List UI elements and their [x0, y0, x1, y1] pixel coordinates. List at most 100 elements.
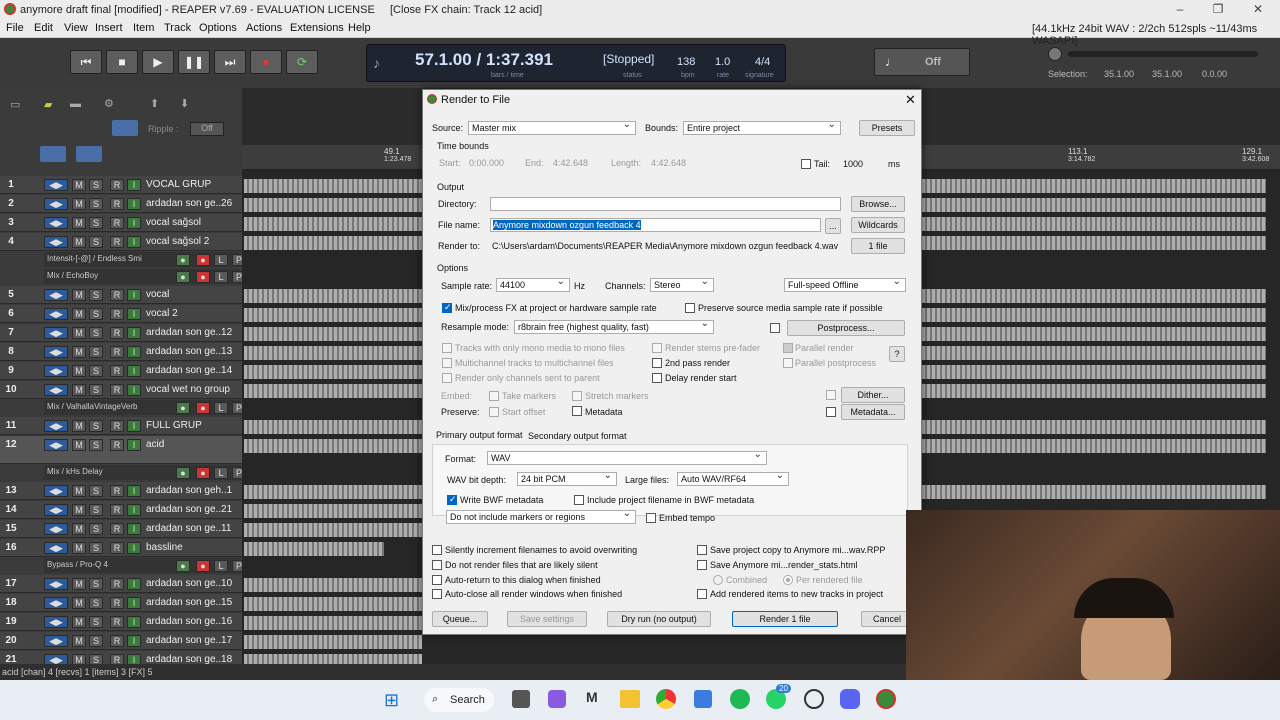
mute-button[interactable]: M	[72, 289, 86, 301]
master-volume-slider[interactable]	[1068, 51, 1258, 57]
track-name[interactable]: bassline	[146, 542, 183, 553]
track-name[interactable]: vocal	[146, 289, 169, 300]
fx-latch-button[interactable]: L	[214, 467, 228, 479]
input-monitor-button[interactable]: I	[127, 365, 141, 377]
record-arm-button[interactable]: R	[110, 289, 124, 301]
auto-return-checkbox[interactable]	[432, 575, 442, 585]
track-lane-items[interactable]	[922, 217, 1266, 231]
track-row[interactable]: 8 ◀▶ M S R Iardadan son ge..13	[0, 343, 242, 361]
track-row[interactable]: 15 ◀▶ M S R Iardadan son ge..11	[0, 520, 242, 538]
presets-button[interactable]: Presets	[859, 120, 915, 136]
embed-tempo-checkbox[interactable]	[646, 513, 656, 523]
track-row[interactable]: 12 ◀▶ M S R Iacid	[0, 436, 242, 464]
track-name[interactable]: ardadan son ge..26	[146, 198, 232, 209]
include-filename-checkbox[interactable]	[574, 495, 584, 505]
minimize-icon[interactable]: –	[1170, 2, 1190, 18]
menu-track[interactable]: Track	[164, 22, 191, 34]
metadata-button[interactable]: Metadata...	[841, 404, 905, 420]
mute-button[interactable]: M	[72, 365, 86, 377]
route-icon[interactable]: ◀▶	[44, 236, 68, 248]
track-lane-items[interactable]	[244, 504, 422, 518]
bit-depth-select[interactable]: 24 bit PCM	[517, 470, 617, 486]
track-lane-items[interactable]	[922, 327, 1266, 341]
auto-close-checkbox[interactable]	[432, 589, 442, 599]
app-circle-icon[interactable]	[804, 689, 824, 709]
fx-enable-button[interactable]: ●	[176, 254, 190, 266]
track-lane-items[interactable]	[922, 346, 1266, 360]
track-lane-items[interactable]	[244, 236, 422, 250]
solo-button[interactable]: S	[89, 384, 103, 396]
track-name[interactable]: vocal sağsol	[146, 217, 201, 228]
folder-icon[interactable]: ▰	[44, 98, 52, 111]
fx-enable-button[interactable]: ●	[176, 560, 190, 572]
metronome-icon[interactable]: ♪	[373, 55, 380, 71]
track-lane-items[interactable]	[922, 179, 1266, 193]
track-lane-items[interactable]	[922, 420, 1266, 434]
go-to-start-button[interactable]: ⏮	[70, 50, 102, 74]
reaper-taskbar-icon[interactable]	[876, 689, 896, 709]
new-track-icon[interactable]: ▭	[10, 98, 20, 111]
route-icon[interactable]: ◀▶	[44, 439, 68, 451]
save-stats-checkbox[interactable]	[697, 560, 707, 570]
tail-field[interactable]: 1000	[843, 159, 863, 169]
input-monitor-button[interactable]: I	[127, 384, 141, 396]
maximize-icon[interactable]: ❐	[1208, 2, 1228, 18]
route-icon[interactable]: ◀▶	[44, 504, 68, 516]
route-icon[interactable]: ◀▶	[44, 384, 68, 396]
menu-options[interactable]: Options	[199, 22, 237, 34]
solo-button[interactable]: S	[89, 439, 103, 451]
track-row[interactable]: 5 ◀▶ M S R Ivocal	[0, 286, 242, 304]
stretch-markers-checkbox[interactable]	[572, 391, 582, 401]
route-icon[interactable]: ◀▶	[44, 542, 68, 554]
fx-record-button[interactable]: ●	[196, 271, 210, 283]
route-icon[interactable]: ◀▶	[44, 485, 68, 497]
track-lane-items[interactable]	[922, 236, 1266, 250]
track-lane-items[interactable]	[244, 384, 422, 398]
track-name[interactable]: ardadan son geh..1	[146, 485, 232, 496]
input-monitor-button[interactable]: I	[127, 420, 141, 432]
metadata-checkbox[interactable]	[572, 406, 582, 416]
filename-input[interactable]: Anymore mixdown ozgun feedback 4	[490, 218, 821, 232]
menu-help[interactable]: Help	[348, 22, 371, 34]
input-monitor-button[interactable]: I	[127, 327, 141, 339]
bounds-select[interactable]: Entire project	[683, 119, 841, 135]
menu-view[interactable]: View	[64, 22, 88, 34]
solo-button[interactable]: S	[89, 578, 103, 590]
track-name[interactable]: ardadan son ge..14	[146, 365, 232, 376]
input-monitor-button[interactable]: I	[127, 635, 141, 647]
fx-chain-row[interactable]: Mix / kHs Delay ● ● L P	[44, 465, 246, 480]
second-pass-checkbox[interactable]	[652, 358, 662, 368]
fx-chain-row[interactable]: Bypass / Pro-Q 4 ● ● L P	[44, 558, 246, 573]
input-monitor-button[interactable]: I	[127, 236, 141, 248]
fx-chain-row[interactable]: Mix / EchoBoy ● ● L P	[44, 269, 246, 284]
route-icon[interactable]: ◀▶	[44, 420, 68, 432]
mute-button[interactable]: M	[72, 346, 86, 358]
route-icon[interactable]: ◀▶	[44, 597, 68, 609]
mute-button[interactable]: M	[72, 384, 86, 396]
mute-button[interactable]: M	[72, 236, 86, 248]
help-button[interactable]: ?	[889, 346, 905, 362]
mute-button[interactable]: M	[72, 217, 86, 229]
menu-edit[interactable]: Edit	[34, 22, 53, 34]
solo-button[interactable]: S	[89, 346, 103, 358]
mute-button[interactable]: M	[72, 308, 86, 320]
go-to-end-button[interactable]: ⏭	[214, 50, 246, 74]
fx-chain-row[interactable]: Intensit-[-@] / Endless Smi ● ● L P	[44, 252, 246, 267]
metronome-toggle[interactable]: ♩ Off	[874, 48, 970, 76]
mixfx-checkbox[interactable]	[442, 302, 452, 313]
track-lane-items[interactable]	[244, 635, 422, 649]
file-explorer-icon[interactable]	[620, 690, 640, 708]
task-view-icon[interactable]	[512, 690, 530, 708]
close-icon[interactable]: ✕	[905, 92, 916, 108]
directory-input[interactable]	[490, 197, 841, 211]
save-settings-button[interactable]: Save settings	[507, 611, 587, 627]
track-lane-items[interactable]	[244, 616, 422, 630]
track-lane-items[interactable]	[922, 289, 1266, 303]
mute-button[interactable]: M	[72, 179, 86, 191]
record-button[interactable]: ●	[250, 50, 282, 74]
preserve-source-checkbox[interactable]	[685, 303, 695, 313]
track-name[interactable]: acid	[146, 439, 164, 450]
track-lane-items[interactable]	[244, 346, 422, 360]
input-monitor-button[interactable]: I	[127, 308, 141, 320]
take-markers-checkbox[interactable]	[489, 391, 499, 401]
